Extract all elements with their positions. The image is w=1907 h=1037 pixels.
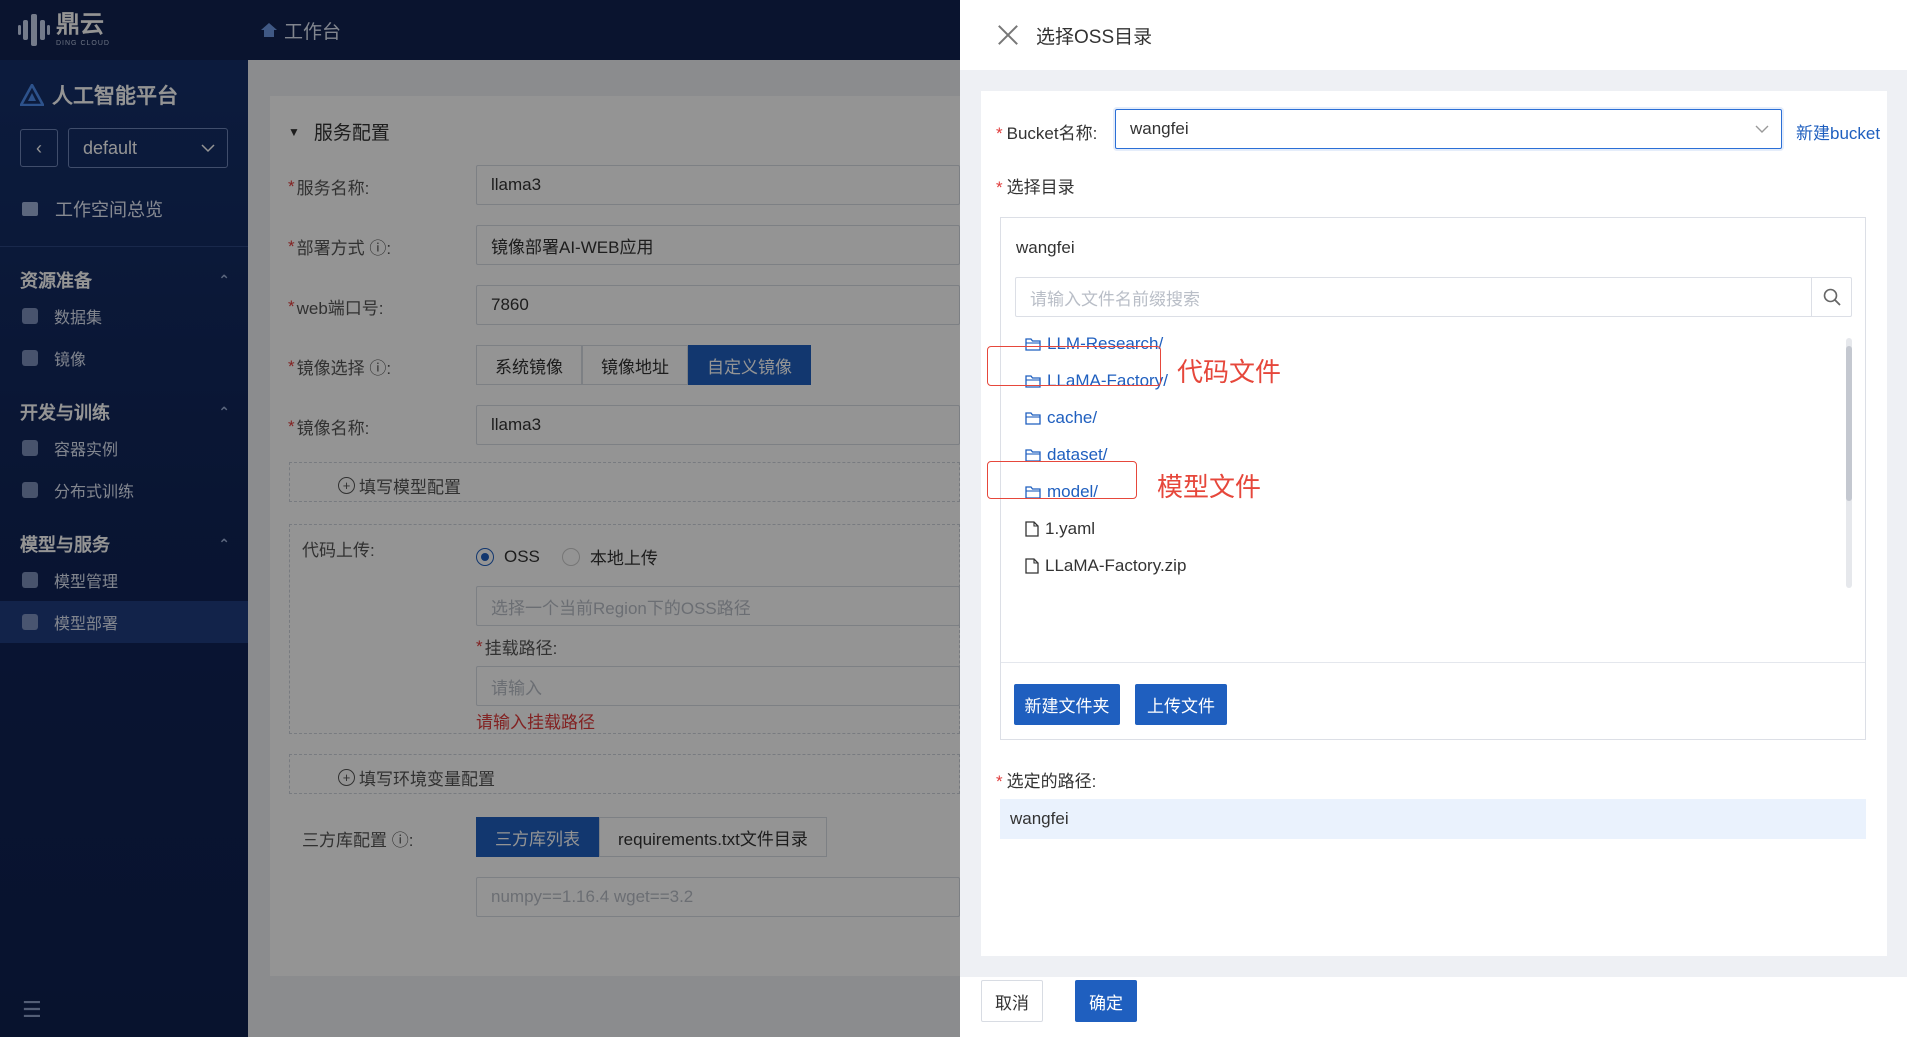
file-name: LLaMA-Factory.zip [1045, 556, 1187, 575]
search-button[interactable] [1811, 278, 1851, 316]
scrollbar-thumb[interactable] [1846, 346, 1852, 501]
list-item-cache[interactable]: cache/ [1025, 406, 1097, 430]
file-list-scrollbar[interactable] [1846, 338, 1852, 588]
modal-overlay[interactable] [0, 0, 960, 1037]
bucket-select[interactable]: wangfei [1115, 109, 1782, 149]
drawer-footer: 取消 确定 [960, 977, 1907, 1037]
annotation-box-model [987, 461, 1137, 499]
drawer-title: 选择OSS目录 [1036, 26, 1153, 48]
list-item-1-yaml[interactable]: 1.yaml [1025, 517, 1095, 541]
file-name: cache/ [1047, 408, 1098, 427]
selected-path-label: * 选定的路径: [996, 772, 1097, 791]
divider [1001, 662, 1865, 663]
file-icon [1025, 558, 1039, 574]
bucket-value: wangfei [1130, 119, 1189, 138]
upload-file-button[interactable]: 上传文件 [1135, 684, 1227, 725]
annotation-model-files: 模型文件 [1157, 472, 1262, 502]
folder-icon [1025, 448, 1041, 462]
directory-tree: wangfei 请输入文件名前缀搜索 LLM-Research/ LLaMA-F… [987, 217, 1866, 740]
cancel-button[interactable]: 取消 [981, 980, 1043, 1022]
oss-directory-drawer: 选择OSS目录 * Bucket名称: wangfei 新建bucket * 选择目… [960, 0, 1907, 1037]
file-name: 1.yaml [1045, 519, 1096, 538]
file-search: 请输入文件名前缀搜索 [1015, 277, 1852, 317]
file-icon [1025, 521, 1039, 537]
drawer-body: * Bucket名称: wangfei 新建bucket * 选择目录 wangfe… [981, 91, 1887, 956]
annotation-box-code [987, 346, 1161, 386]
confirm-button[interactable]: 确定 [1075, 980, 1137, 1022]
drawer-header: 选择OSS目录 [960, 0, 1907, 70]
file-search-input[interactable]: 请输入文件名前缀搜索 [1016, 285, 1811, 310]
search-icon [1823, 288, 1841, 306]
bucket-label: * Bucket名称: [996, 124, 1098, 143]
list-item-llama-factory-zip[interactable]: LLaMA-Factory.zip [1025, 554, 1186, 578]
chevron-down-icon [1755, 125, 1769, 133]
annotation-code-files: 代码文件 [1177, 357, 1282, 387]
selected-path-value: wangfei [1000, 799, 1866, 839]
close-icon[interactable] [997, 24, 1019, 46]
folder-icon [1025, 411, 1041, 425]
select-directory-label: * 选择目录 [996, 178, 1075, 197]
tree-root[interactable]: wangfei [1016, 238, 1075, 258]
new-bucket-link[interactable]: 新建bucket [1796, 119, 1880, 144]
new-folder-button[interactable]: 新建文件夹 [1014, 684, 1120, 725]
